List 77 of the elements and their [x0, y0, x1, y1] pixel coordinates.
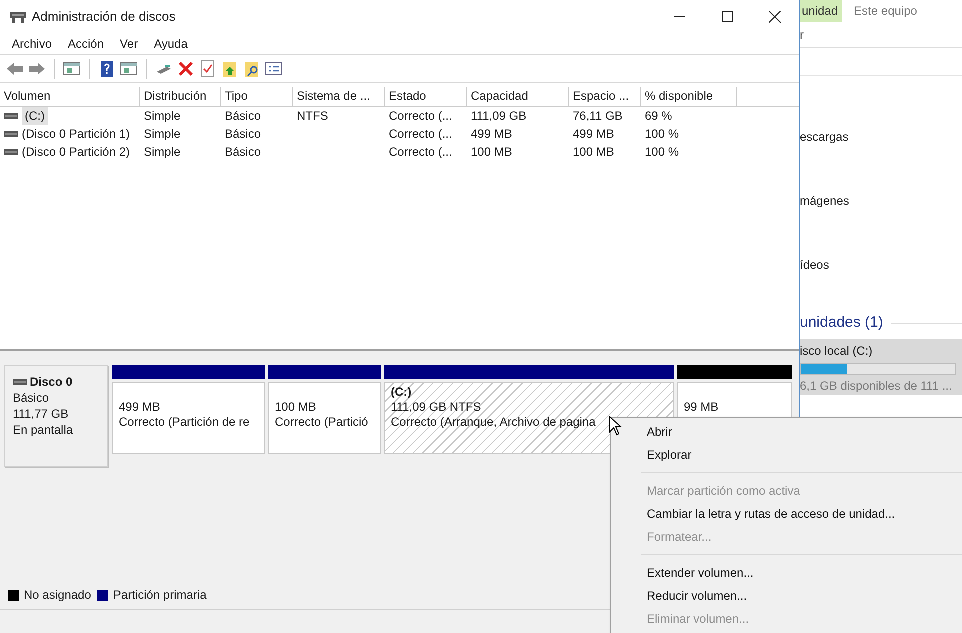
column-header[interactable]: Espacio ... [569, 87, 641, 106]
maximize-icon [722, 11, 732, 22]
table-cell-text: 100 % [645, 126, 680, 143]
partition-size: 99 MB [684, 400, 719, 415]
partition-status: Correcto (Partición de re [119, 415, 250, 430]
ribbon-tab[interactable]: Este equipo [842, 0, 920, 22]
column-header[interactable]: % disponible [641, 87, 737, 106]
panel-icon[interactable] [120, 60, 138, 78]
table-cell-text: Simple [144, 144, 181, 161]
column-header[interactable]: Volumen [0, 87, 140, 106]
table-cell-text: 111,09 GB [471, 108, 527, 125]
menu-item[interactable]: Acción [60, 34, 112, 52]
column-header[interactable]: Tipo [221, 87, 293, 106]
properties-icon[interactable] [265, 60, 283, 78]
partition-status: Correcto (Arranque, Archivo de pagina [391, 415, 596, 430]
disk-size: 111,77 GB [13, 406, 70, 422]
ribbon-label: r [800, 26, 804, 44]
partition-label: (C:) [391, 385, 412, 400]
table-cell-text: Básico [225, 126, 262, 143]
nav-item[interactable]: ídeos [800, 256, 962, 274]
section-header[interactable]: unidades (1) [800, 312, 884, 334]
table-cell-text: Simple [144, 126, 181, 143]
table-cell[interactable]: (Disco 0 Partición 2) [22, 143, 130, 161]
checklist-icon[interactable] [199, 60, 217, 78]
table-cell-text: 100 MB [573, 144, 614, 161]
partition-block[interactable]: 499 MB Correcto (Partición de re [112, 382, 265, 454]
table-cell-text: 100 MB [471, 144, 512, 161]
panel-icon[interactable] [63, 60, 81, 78]
table-cell-text: Básico [225, 144, 262, 161]
nav-item[interactable]: mágenes [800, 192, 962, 210]
table-cell-text: Básico [225, 108, 262, 125]
folder-up-icon[interactable] [221, 60, 239, 78]
drive-free-space: 6,1 GB disponibles de 111 ... [800, 378, 954, 394]
table-cell-text: NTFS [297, 108, 328, 125]
table-cell-text: Correcto (... [389, 144, 452, 161]
ribbon-tab[interactable]: unidad [800, 0, 842, 22]
context-menu-item[interactable]: Reducir volumen... [611, 584, 962, 607]
app-icon [10, 10, 26, 24]
table-cell-text: 499 MB [471, 126, 512, 143]
table-cell[interactable]: (C:) [22, 107, 48, 125]
table-cell[interactable]: (Disco 0 Partición 1) [22, 125, 130, 143]
window-title: Administración de discos [32, 8, 176, 26]
help-icon[interactable] [98, 60, 116, 78]
column-header[interactable]: Capacidad [467, 87, 569, 106]
table-cell-text: Correcto (... [389, 108, 452, 125]
context-menu-item[interactable]: Extender volumen... [611, 561, 962, 584]
disk-type: Básico [13, 390, 50, 406]
partition-block[interactable]: 100 MB Correcto (Partició [268, 382, 381, 454]
mouse-cursor-icon [609, 416, 623, 436]
drive-tile[interactable]: isco local (C:) 6,1 GB disponibles de 111 ... [800, 338, 962, 394]
partition-size: 111,09 GB NTFS [391, 400, 482, 415]
menu-item[interactable]: Ayuda [146, 34, 196, 52]
legend-label: No asignado [24, 587, 92, 604]
table-cell-text: Correcto (... [389, 126, 452, 143]
partition-size: 499 MB [119, 400, 160, 415]
minimize-icon [674, 16, 684, 17]
column-header[interactable]: Sistema de ... [293, 87, 385, 106]
disk-status: En pantalla [13, 422, 74, 438]
partition-status: Correcto (Partició [275, 415, 368, 430]
legend-label: Partición primaria [113, 587, 207, 604]
drive-name: isco local (C:) [800, 342, 874, 360]
table-cell-text: 100 % [645, 144, 680, 161]
close-icon [769, 10, 781, 22]
table-cell-text: 499 MB [573, 126, 614, 143]
table-cell-text: Simple [144, 108, 181, 125]
table-cell-text: 69 % [645, 108, 672, 125]
delete-icon[interactable] [177, 60, 195, 78]
nav-item[interactable]: escargas [800, 128, 962, 146]
column-header[interactable]: Estado [385, 87, 467, 106]
disk-name: Disco 0 [30, 374, 73, 390]
menu-item[interactable]: Ver [112, 34, 146, 52]
table-cell-text: 76,11 GB [573, 108, 623, 125]
context-menu-item[interactable]: Cambiar la letra y rutas de acceso de unidad... [611, 502, 962, 525]
menu-item[interactable]: Archivo [4, 34, 60, 52]
folder-search-icon[interactable] [243, 60, 261, 78]
partition-size: 100 MB [275, 400, 316, 415]
column-header[interactable]: Distribución [140, 87, 221, 106]
